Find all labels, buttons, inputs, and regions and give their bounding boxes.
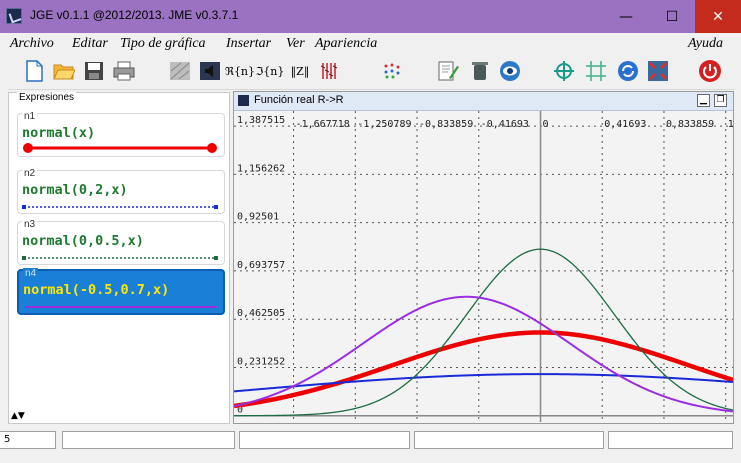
toolbar: ℜ{n} ℑ{n} ‖Z‖: [8, 55, 735, 90]
expression-text: normal(-0.5,0.7,x): [23, 282, 170, 298]
abs-value-icon[interactable]: ‖Z‖: [288, 59, 312, 83]
grid-icon[interactable]: [584, 59, 608, 83]
graph-window-header: Función real R->R ▁ ❐: [234, 92, 733, 111]
y-tick-label: 1,156262: [237, 163, 285, 174]
x-tick-label: 0,833859: [666, 119, 714, 130]
view-icon[interactable]: [498, 59, 522, 83]
open-folder-icon[interactable]: [52, 59, 76, 83]
x-tick-label: -1,667718: [296, 119, 350, 130]
delete-icon[interactable]: [468, 59, 492, 83]
expression-text: normal(0,2,x): [22, 182, 128, 198]
expression-item-n4[interactable]: n4 normal(-0.5,0.7,x): [17, 268, 225, 315]
x-tick-label: -0,41693: [481, 119, 529, 130]
graph-minimize-button[interactable]: ▁: [697, 94, 710, 107]
maximize-button[interactable]: ☐: [649, 0, 695, 33]
edit-icon[interactable]: [436, 59, 460, 83]
status-field-1-text: 5: [4, 434, 11, 445]
collapse-toggle-icon[interactable]: ▲▼: [11, 411, 25, 421]
refresh-icon[interactable]: [616, 59, 640, 83]
menu-ayuda[interactable]: Ayuda: [688, 36, 723, 52]
line-style-swatch: [23, 143, 217, 153]
menu-bar: Archivo Editar Tipo de gráfica Insertar …: [8, 33, 735, 55]
function-plot[interactable]: -1,667718 -1,250789 -0,833859 -0,41693 0 0,41…: [234, 111, 733, 422]
status-field-2: [62, 431, 235, 449]
menu-editar[interactable]: Editar: [72, 36, 108, 52]
y-tick-label: 0,693757: [237, 260, 285, 271]
line-style-swatch: [22, 256, 218, 260]
imag-part-icon[interactable]: ℑ{n}: [256, 59, 285, 83]
y-tick-label: 0,231252: [237, 356, 285, 367]
expression-item-n1[interactable]: n1 normal(x): [17, 111, 225, 157]
expression-item-n3[interactable]: n3 normal(0,0.5,x): [17, 219, 225, 265]
x-tick-label: -1,250789: [357, 119, 411, 130]
window-title: JGE v0.1.1 @2012/2013. JME v0.3.7.1: [30, 8, 239, 22]
expressions-panel: Expresiones n1 normal(x) n2 normal(0,2,x…: [8, 92, 230, 424]
minimize-button[interactable]: —: [603, 0, 649, 33]
y-tick-label: 1,387515: [237, 115, 285, 126]
expression-text: normal(x): [22, 125, 96, 141]
graph-restore-button[interactable]: ❐: [714, 94, 727, 107]
expression-id: n4: [23, 268, 39, 279]
expression-id: n2: [22, 168, 38, 179]
y-tick-label: 0,92501: [237, 212, 279, 223]
menu-archivo[interactable]: Archivo: [10, 36, 54, 52]
x-tick-label: 0: [543, 119, 549, 130]
status-field-1: 5: [0, 431, 56, 449]
expression-id: n3: [22, 219, 38, 230]
expression-text: normal(0,0.5,x): [22, 233, 144, 249]
print-icon[interactable]: [112, 59, 136, 83]
real-part-icon[interactable]: ℜ{n}: [225, 59, 255, 83]
graph-window: Función real R->R ▁ ❐ -1,667718 -1,250789…: [233, 91, 734, 424]
graph-window-icon: [238, 95, 249, 106]
expression-id: n1: [22, 111, 38, 122]
graph-window-title: Función real R->R: [254, 94, 344, 106]
plot-grid-icon[interactable]: [168, 59, 192, 83]
power-icon[interactable]: [698, 59, 722, 83]
menu-apariencia[interactable]: Apariencia: [315, 36, 377, 52]
title-bar: JGE v0.1.1 @2012/2013. JME v0.3.7.1 — ☐ …: [0, 0, 741, 33]
menu-insertar[interactable]: Insertar: [226, 36, 271, 52]
app-icon: [6, 8, 22, 24]
x-tick-label: -0,833859: [419, 119, 473, 130]
complex-plot-icon[interactable]: [318, 59, 342, 83]
speaker-icon[interactable]: [198, 59, 222, 83]
line-style-swatch: [22, 205, 218, 209]
x-tick-label: 1,2507: [728, 119, 733, 130]
menu-ver[interactable]: Ver: [286, 36, 305, 52]
palette-icon[interactable]: [380, 59, 404, 83]
status-field-5: [608, 431, 733, 449]
expressions-panel-title: Expresiones: [17, 92, 77, 103]
menu-tipo-de-grafica[interactable]: Tipo de gráfica: [120, 36, 206, 52]
target-icon[interactable]: [552, 59, 576, 83]
status-field-4: [414, 431, 604, 449]
x-tick-label: 0,41693: [604, 119, 646, 130]
save-icon[interactable]: [82, 59, 106, 83]
y-tick-label: 0,462505: [237, 308, 285, 319]
close-button[interactable]: ✕: [695, 0, 741, 33]
status-bar: 5: [0, 428, 741, 452]
fit-window-icon[interactable]: [646, 59, 670, 83]
status-field-3: [239, 431, 410, 449]
expression-item-n2[interactable]: n2 normal(0,2,x): [17, 168, 225, 214]
line-style-swatch: [25, 306, 217, 308]
new-file-icon[interactable]: [22, 59, 46, 83]
